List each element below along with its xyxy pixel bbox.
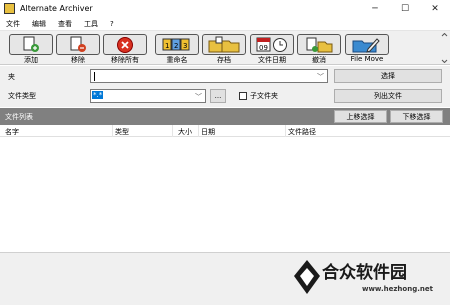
remove-label: 移除 [71,56,85,64]
folder-label: 夹 [8,73,15,81]
menu-bar: 文件 编辑 查看 工具 ? [0,17,450,31]
select-folder-button[interactable]: 选择 [334,69,442,83]
rename-label: 重命名 [166,56,188,64]
options-panel: 夹 ﹀ 选择 文件类型 *.* ﹀ ... 子文件夹 列出文件 [0,66,450,107]
undo-button[interactable] [297,34,341,55]
move-up-button[interactable]: 上移选择 [334,110,387,123]
folder-combo[interactable]: ﹀ [90,69,328,83]
chevron-down-icon[interactable]: ﹀ [195,92,202,102]
maximize-button[interactable]: ☐ [390,0,420,17]
remove-button[interactable] [56,34,100,55]
text-caret [94,72,95,81]
column-size[interactable]: 大小 [178,127,192,137]
menu-view[interactable]: 查看 [52,19,78,29]
file-move-icon [352,38,380,53]
column-divider[interactable] [285,125,286,137]
svg-text:3: 3 [183,42,187,50]
file-date-icon: 09 [256,37,287,52]
undo-icon [306,37,333,53]
file-list-bar: 文件列表 上移选择 下移选择 [0,108,450,125]
column-path[interactable]: 文件路径 [288,127,316,137]
subfolder-checkbox[interactable] [239,92,247,100]
filetype-combo[interactable]: *.* ﹀ [90,89,206,103]
watermark-url: www.hezhong.net [362,285,433,293]
column-type[interactable]: 类型 [115,127,129,137]
column-divider[interactable] [112,125,113,137]
svg-text:09: 09 [259,44,268,52]
archive-button[interactable] [202,34,246,55]
file-move-label: File Move [350,55,384,63]
toolbar-scroll-icon[interactable] [441,33,448,63]
list-files-button[interactable]: 列出文件 [334,89,442,103]
move-down-button[interactable]: 下移选择 [390,110,443,123]
file-list[interactable] [0,137,450,252]
filetype-label: 文件类型 [8,92,36,100]
rename-button[interactable]: 1 2 3 [155,34,199,55]
watermark-text: 合众软件园 [322,263,407,283]
undo-label: 撤消 [312,56,326,64]
file-date-label: 文件日期 [258,56,286,64]
column-headers: 名字 类型 大小 日期 文件路径 [0,125,450,137]
window-title: Alternate Archiver [20,4,93,13]
file-date-button[interactable]: 09 [250,34,294,55]
column-divider[interactable] [172,125,173,137]
menu-file[interactable]: 文件 [0,19,26,29]
app-icon [4,3,15,14]
remove-all-button[interactable] [103,34,147,55]
remove-all-label: 移除所有 [111,56,139,64]
add-button[interactable] [9,34,53,55]
watermark-logo-icon [294,260,320,294]
svg-text:2: 2 [174,42,178,50]
column-name[interactable]: 名字 [5,127,19,137]
add-doc-icon [23,36,39,52]
menu-edit[interactable]: 编辑 [26,19,52,29]
add-label: 添加 [24,56,38,64]
menu-help[interactable]: ? [104,20,120,28]
remove-doc-icon [70,36,86,52]
remove-all-icon [117,36,133,53]
file-move-button[interactable] [345,34,389,55]
toolbar: 添加 移除 移除所有 1 2 3 重命名 存档 09 文件日期 撤消 File … [0,31,450,65]
column-divider[interactable] [198,125,199,137]
browse-button[interactable]: ... [210,89,226,103]
filetype-value: *.* [92,91,104,99]
archive-icon [208,36,240,53]
minimize-button[interactable]: ─ [360,0,390,17]
chevron-down-icon[interactable]: ﹀ [317,72,324,82]
column-date[interactable]: 日期 [201,127,215,137]
subfolder-label: 子文件夹 [250,92,278,100]
file-list-title: 文件列表 [5,113,33,121]
title-bar: Alternate Archiver ─ ☐ ✕ [0,0,450,17]
archive-label: 存档 [217,56,231,64]
close-button[interactable]: ✕ [420,0,450,17]
svg-text:1: 1 [165,42,169,50]
rename-icon: 1 2 3 [162,38,190,51]
menu-tools[interactable]: 工具 [78,19,104,29]
